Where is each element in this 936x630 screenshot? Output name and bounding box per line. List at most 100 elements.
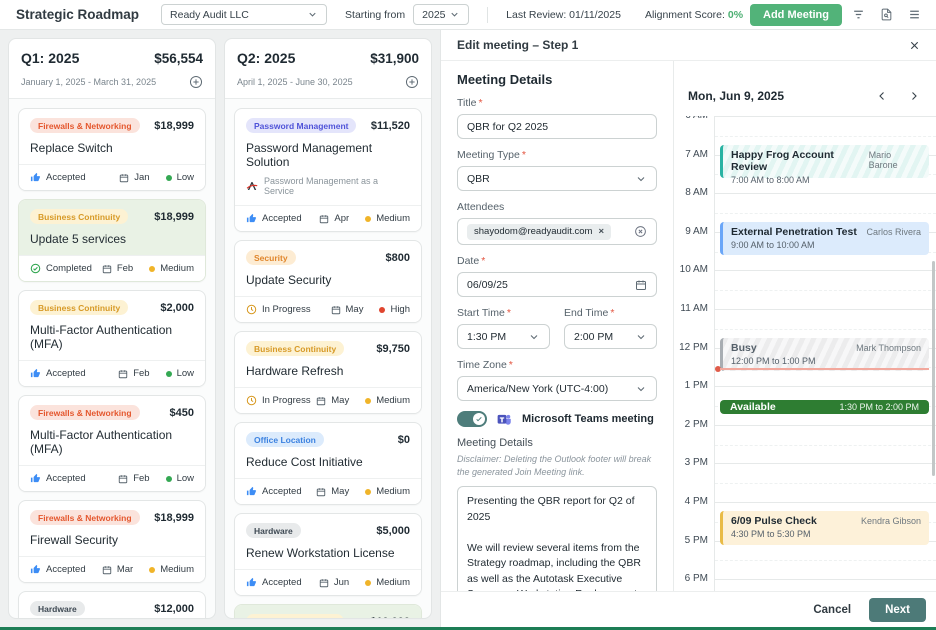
- menu-icon[interactable]: [902, 4, 926, 26]
- meeting-details-textarea[interactable]: Presenting the QBR report for Q2 of 2025…: [457, 486, 657, 591]
- calendar-grid: 6 AM7 AM8 AM9 AM10 AM11 AM12 PM1 PM2 PM3…: [674, 116, 936, 591]
- top-bar: Strategic Roadmap Ready Audit LLC Starti…: [0, 0, 936, 30]
- time-zone-select[interactable]: America/New York (UTC-4:00): [457, 376, 657, 401]
- calendar-icon: [316, 396, 326, 406]
- priority-dot: [166, 476, 172, 482]
- card-amount: $11,520: [371, 120, 410, 132]
- quarter-total: $31,900: [370, 51, 419, 66]
- chevron-down-icon: [528, 331, 540, 343]
- quarter-range: April 1, 2025 - June 30, 2025: [237, 77, 353, 87]
- category-badge: Business Continuity: [246, 341, 344, 356]
- meeting-details-label: Meeting Details: [457, 437, 657, 449]
- filter-icon[interactable]: [846, 4, 870, 26]
- initiative-card[interactable]: Business Continuity $18,999 Update 5 ser…: [18, 199, 206, 282]
- calendar-event[interactable]: Happy Frog Account Review Mario Barone 7…: [720, 145, 929, 179]
- add-meeting-button[interactable]: Add Meeting: [750, 4, 842, 26]
- hour-label: 7 AM: [674, 149, 708, 160]
- quarter-column: Q1: 2025 $56,554 January 1, 2025 - March…: [8, 38, 216, 619]
- hour-label: 8 AM: [674, 187, 708, 198]
- chevron-down-icon: [307, 9, 318, 20]
- initiative-card[interactable]: Business Continuity $9,750 Hardware Refr…: [234, 331, 422, 414]
- close-icon[interactable]: [909, 40, 920, 51]
- initiative-card[interactable]: Office Location $0 Reduce Cost Initiativ…: [234, 422, 422, 505]
- category-badge: Firewalls & Networking: [30, 118, 140, 133]
- remove-attendee-icon[interactable]: ×: [598, 226, 604, 237]
- attendees-input[interactable]: shayodom@readyaudit.com ×: [457, 218, 657, 245]
- initiative-card[interactable]: Business Continuity $2,000 Multi-Factor …: [18, 290, 206, 387]
- clear-circle-icon[interactable]: [634, 225, 647, 238]
- teams-meeting-toggle[interactable]: [457, 411, 487, 427]
- company-select[interactable]: Ready Audit LLC: [161, 4, 327, 25]
- calendar-icon: [118, 474, 128, 484]
- category-badge: Firewalls & Networking: [30, 510, 140, 525]
- priority-dot: [379, 307, 385, 313]
- panel-header: Edit meeting – Step 1: [441, 30, 936, 61]
- clock-icon: [246, 395, 257, 406]
- calendar-icon: [331, 305, 341, 315]
- chevron-down-icon: [635, 173, 647, 185]
- calendar-event[interactable]: Busy Mark Thompson 12:00 PM to 1:00 PM: [720, 338, 929, 372]
- thumbs-up-icon: [30, 564, 41, 575]
- category-badge: Business Continuity: [246, 614, 344, 618]
- initiative-card[interactable]: Password Management $11,520 Password Man…: [234, 108, 422, 232]
- calendar-event[interactable]: 6/09 Pulse Check Kendra Gibson 4:30 PM t…: [720, 511, 929, 545]
- company-select-value: Ready Audit LLC: [170, 9, 249, 21]
- chevron-down-icon: [635, 331, 647, 343]
- card-month: Feb: [117, 263, 133, 274]
- event-person: Mario Barone: [869, 150, 921, 170]
- card-priority: Low: [177, 172, 194, 183]
- initiative-card[interactable]: Firewalls & Networking $18,999 Firewall …: [18, 500, 206, 583]
- initiative-card[interactable]: Hardware $5,000 Renew Workstation Licens…: [234, 513, 422, 596]
- next-button[interactable]: Next: [869, 598, 926, 622]
- last-review-text: Last Review: 01/11/2025: [506, 9, 621, 21]
- add-initiative-icon[interactable]: [189, 75, 203, 89]
- date-input[interactable]: 06/09/25: [457, 272, 657, 297]
- hour-label: 3 PM: [674, 457, 708, 468]
- meeting-type-select[interactable]: QBR: [457, 166, 657, 191]
- thumbs-up-icon: [246, 486, 257, 497]
- end-time-select[interactable]: 2:00 PM: [564, 324, 657, 349]
- attendee-chip[interactable]: shayodom@readyaudit.com ×: [467, 224, 611, 240]
- card-title: Password Management Solution: [246, 141, 410, 169]
- chevron-right-icon[interactable]: [908, 90, 920, 102]
- event-person: Mark Thompson: [856, 343, 921, 353]
- alignment-score-value: 0%: [728, 9, 743, 21]
- quarter-title: Q1: 2025: [21, 50, 79, 66]
- card-priority: Medium: [160, 564, 194, 575]
- quarter-title: Q2: 2025: [237, 50, 295, 66]
- status-badge: Accepted: [30, 368, 86, 379]
- chevron-down-icon: [635, 383, 647, 395]
- chevron-left-icon[interactable]: [876, 90, 888, 102]
- calendar-event[interactable]: External Penetration Test Carlos Rivera …: [720, 222, 929, 256]
- card-priority: Medium: [160, 263, 194, 274]
- initiative-card[interactable]: Firewalls & Networking $450 Multi-Factor…: [18, 395, 206, 492]
- start-time-select[interactable]: 1:30 PM: [457, 324, 550, 349]
- status-badge: Accepted: [246, 486, 302, 497]
- category-badge: Password Management: [246, 118, 356, 133]
- initiative-card[interactable]: Business Continuity $10,000: [234, 604, 422, 618]
- title-label: Title*: [457, 97, 657, 109]
- card-title: Update 5 services: [30, 232, 194, 246]
- card-amount: $450: [170, 407, 194, 419]
- calendar-scrollbar[interactable]: [932, 261, 935, 476]
- card-title: Reduce Cost Initiative: [246, 455, 410, 469]
- card-month: Jan: [134, 172, 149, 183]
- calendar-event-available[interactable]: Available 1:30 PM to 2:00 PM: [720, 400, 929, 414]
- title-input[interactable]: QBR for Q2 2025: [457, 114, 657, 139]
- initiative-card[interactable]: Firewalls & Networking $18,999 Replace S…: [18, 108, 206, 191]
- toggle-knob: [473, 413, 485, 425]
- year-select[interactable]: 2025: [413, 4, 469, 25]
- cancel-button[interactable]: Cancel: [813, 604, 851, 616]
- initiative-card[interactable]: Hardware $12,000 Expired Device Replacem…: [18, 591, 206, 618]
- file-search-icon[interactable]: [874, 4, 898, 26]
- category-badge: Hardware: [30, 601, 85, 616]
- card-title: Multi-Factor Authentication (MFA): [30, 428, 194, 456]
- category-badge: Hardware: [246, 523, 301, 538]
- initiative-card[interactable]: Security $800 Update Security In Progres…: [234, 240, 422, 323]
- card-amount: $12,000: [154, 603, 194, 615]
- card-month: May: [331, 395, 349, 406]
- thumbs-up-icon: [30, 473, 41, 484]
- add-initiative-icon[interactable]: [405, 75, 419, 89]
- card-amount: $10,000: [370, 616, 410, 619]
- event-person: Carlos Rivera: [866, 227, 921, 237]
